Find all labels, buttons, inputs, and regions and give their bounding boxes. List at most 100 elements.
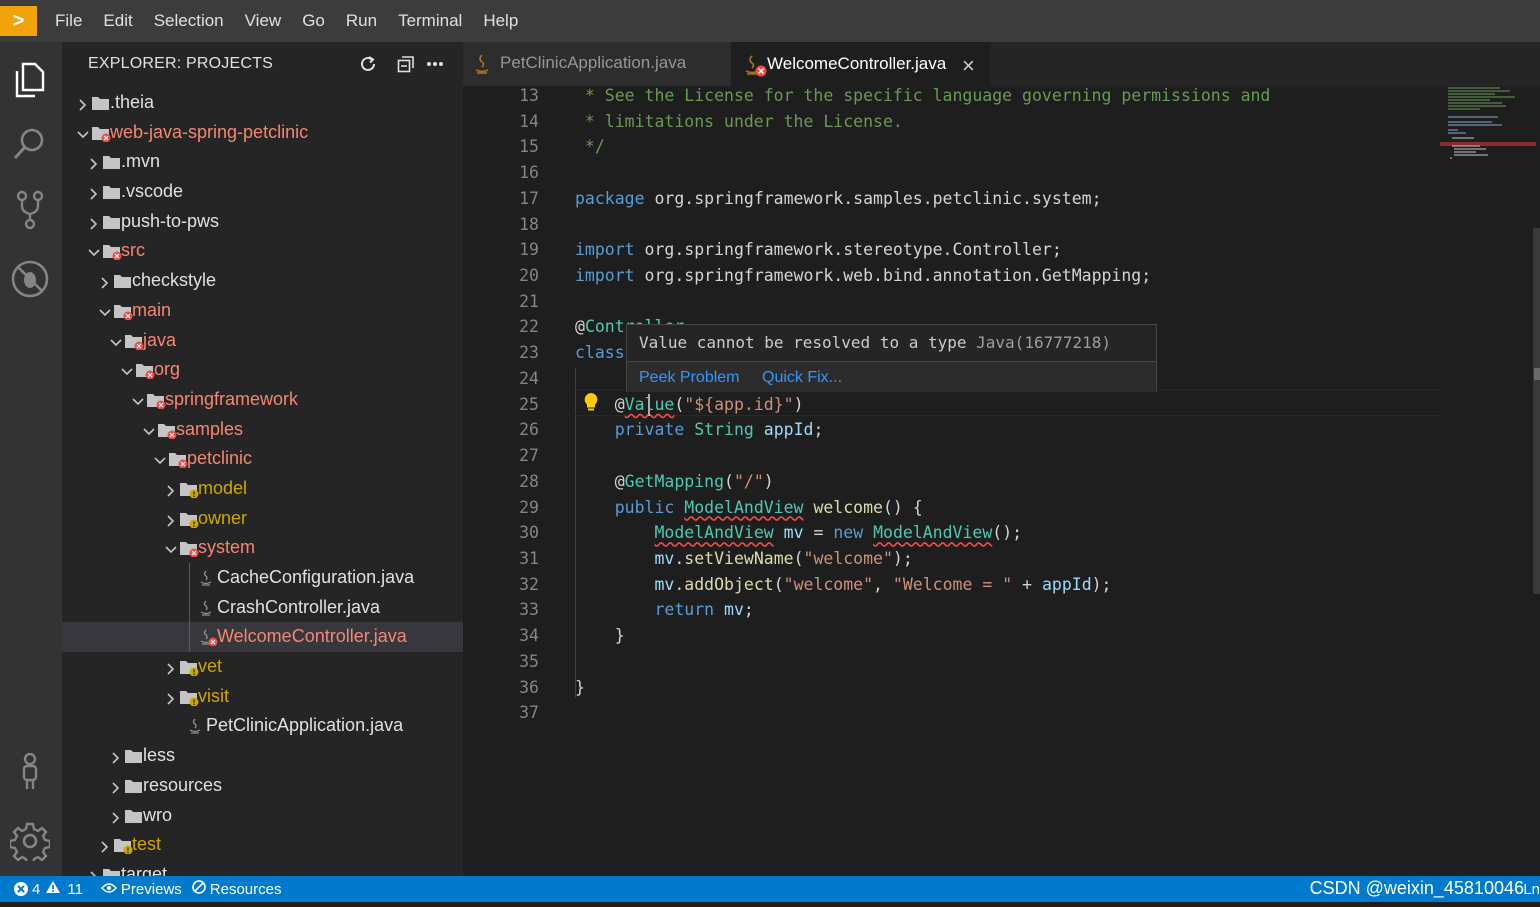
- folder-icon: [102, 243, 122, 261]
- chevron-right-icon[interactable]: [87, 868, 101, 876]
- menu-go[interactable]: Go: [302, 11, 325, 31]
- source-control-icon[interactable]: [8, 188, 52, 232]
- previews-item[interactable]: Previews: [100, 881, 182, 898]
- more-actions-icon[interactable]: [425, 54, 445, 74]
- chevron-right-icon[interactable]: [109, 749, 123, 764]
- editor-scrollbar[interactable]: [1533, 228, 1540, 594]
- tree-folder[interactable]: java: [62, 326, 463, 356]
- code-token: class: [575, 343, 625, 363]
- chevron-down-icon[interactable]: [131, 393, 145, 407]
- java-file-icon: [187, 718, 207, 735]
- menu-edit[interactable]: Edit: [103, 11, 132, 31]
- code-token: String: [694, 420, 754, 440]
- settings-gear-icon[interactable]: [8, 819, 52, 863]
- code-token: .: [674, 574, 685, 594]
- tree-folder[interactable]: springframework: [62, 385, 463, 415]
- chevron-down-icon[interactable]: [109, 334, 123, 348]
- search-icon[interactable]: [8, 122, 52, 166]
- tree-file[interactable]: WelcomeController.java: [62, 622, 463, 653]
- menu-view[interactable]: View: [245, 11, 282, 31]
- minimap[interactable]: [1440, 86, 1536, 166]
- tree-folder[interactable]: system: [62, 533, 463, 563]
- menu-help[interactable]: Help: [483, 11, 518, 31]
- tree-folder[interactable]: petclinic: [62, 444, 463, 474]
- folder-icon: [179, 511, 199, 529]
- menu-run[interactable]: Run: [346, 11, 377, 31]
- chevron-right-icon[interactable]: [87, 215, 101, 230]
- code-token: mv: [783, 523, 804, 543]
- close-tab-icon[interactable]: ×: [962, 53, 975, 79]
- code-token: appId: [763, 420, 814, 440]
- code-token: org.springframework.stereotype.Controlle…: [634, 240, 1062, 260]
- tree-folder[interactable]: org: [62, 355, 463, 385]
- tab-petclinic-application[interactable]: PetClinicApplication.java: [463, 42, 731, 86]
- tree-folder[interactable]: wro: [62, 801, 463, 831]
- tree-folder[interactable]: push-to-pws: [62, 207, 463, 237]
- chevron-down-icon[interactable]: [98, 304, 112, 318]
- tree-folder[interactable]: less: [62, 741, 463, 771]
- chevron-down-icon[interactable]: [76, 126, 90, 140]
- chevron-right-icon[interactable]: [164, 512, 178, 527]
- tree-folder[interactable]: main: [62, 296, 463, 326]
- tree-item-label: petclinic: [187, 448, 253, 469]
- collapse-all-icon[interactable]: [396, 54, 416, 74]
- menu-file[interactable]: File: [55, 11, 82, 31]
- code-line: mv.setViewName("welcome");: [575, 549, 912, 568]
- chevron-right-icon[interactable]: [109, 779, 123, 794]
- code-token: ();: [992, 523, 1023, 543]
- tree-folder[interactable]: .mvn: [62, 147, 463, 177]
- chevron-right-icon[interactable]: [87, 185, 101, 200]
- tree-folder[interactable]: vet: [62, 652, 463, 682]
- lightbulb-icon[interactable]: [583, 392, 599, 417]
- tree-folder[interactable]: samples: [62, 415, 463, 445]
- code-token: =: [803, 523, 834, 543]
- line-number: 18: [519, 214, 539, 234]
- tree-folder[interactable]: web-java-spring-petclinic: [62, 118, 463, 148]
- debug-icon[interactable]: [8, 257, 52, 301]
- chevron-right-icon[interactable]: [76, 96, 90, 111]
- chevron-right-icon[interactable]: [98, 838, 112, 853]
- line-indicator[interactable]: Ln: [1523, 881, 1540, 898]
- tree-folder[interactable]: target: [62, 860, 463, 876]
- tree-folder[interactable]: owner: [62, 504, 463, 534]
- tree-file[interactable]: CrashController.java: [62, 593, 463, 623]
- menu-terminal[interactable]: Terminal: [398, 11, 462, 31]
- chevron-right-icon[interactable]: [87, 155, 101, 170]
- problems-indicator[interactable]: 4 11: [14, 880, 83, 898]
- chevron-down-icon[interactable]: [87, 244, 101, 258]
- resources-item[interactable]: Resources: [191, 880, 281, 898]
- tree-folder[interactable]: model: [62, 474, 463, 504]
- peek-problem-link[interactable]: Peek Problem: [639, 369, 740, 387]
- tree-folder[interactable]: checkstyle: [62, 266, 463, 296]
- chevron-right-icon[interactable]: [164, 690, 178, 705]
- plugins-icon[interactable]: [8, 750, 52, 794]
- chevron-down-icon[interactable]: [153, 452, 167, 466]
- tree-file[interactable]: CacheConfiguration.java: [62, 563, 463, 593]
- chevron-down-icon[interactable]: [164, 541, 178, 555]
- folder-icon: [102, 214, 122, 231]
- chevron-down-icon[interactable]: [142, 423, 156, 437]
- tree-folder[interactable]: resources: [62, 771, 463, 801]
- tree-folder[interactable]: .theia: [62, 88, 463, 118]
- tab-welcome-controller[interactable]: WelcomeController.java ×: [731, 42, 990, 86]
- tree-folder[interactable]: .vscode: [62, 177, 463, 207]
- chevron-right-icon[interactable]: [98, 274, 112, 289]
- refresh-icon[interactable]: [358, 54, 378, 74]
- line-number: 32: [519, 574, 539, 594]
- theia-logo[interactable]: >: [0, 6, 37, 36]
- files-icon[interactable]: [8, 58, 52, 102]
- tree-folder[interactable]: visit: [62, 682, 463, 712]
- chevron-down-icon[interactable]: [120, 363, 134, 377]
- quick-fix-link[interactable]: Quick Fix...: [762, 369, 842, 387]
- csdn-watermark: CSDN @weixin_45810046: [1309, 878, 1524, 898]
- chevron-right-icon[interactable]: [164, 482, 178, 497]
- tree-folder[interactable]: src: [62, 236, 463, 266]
- tree-item-label: PetClinicApplication.java: [206, 715, 404, 736]
- chevron-right-icon[interactable]: [164, 660, 178, 675]
- code-editor[interactable]: 13 * See the License for the specific la…: [463, 86, 1540, 876]
- tree-file[interactable]: PetClinicApplication.java: [62, 711, 463, 741]
- menu-selection[interactable]: Selection: [154, 11, 224, 31]
- tree-folder[interactable]: test: [62, 830, 463, 860]
- chevron-right-icon[interactable]: [109, 809, 123, 824]
